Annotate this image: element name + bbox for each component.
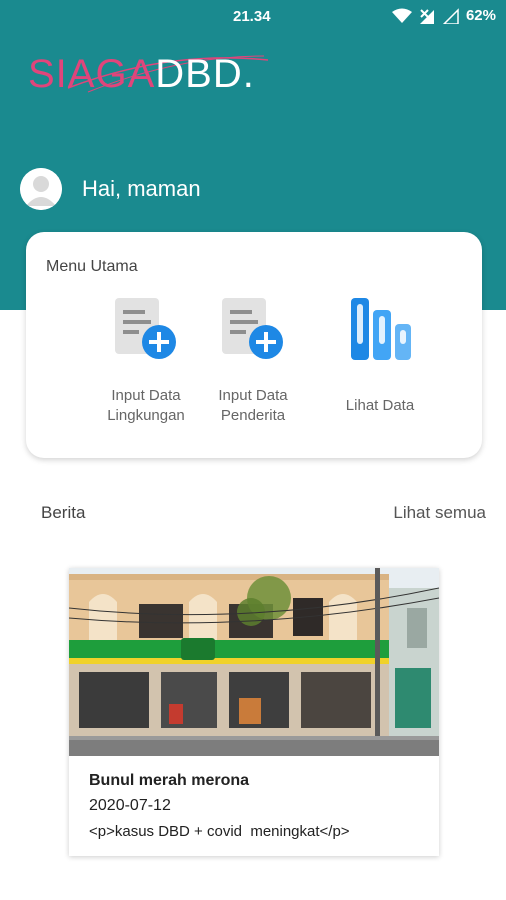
greeting-text: Hai, maman (82, 176, 201, 201)
news-section-title: Berita (41, 503, 86, 522)
add-document-icon (222, 298, 283, 359)
app-logo: SIAGADBD. (28, 44, 278, 104)
status-icons: 62% (391, 7, 496, 24)
news-photo (69, 568, 439, 756)
news-date: 2020-07-12 (89, 797, 171, 814)
news-card[interactable]: Bunul merah merona 2020-07-12 <p>kasus D… (69, 568, 439, 856)
news-title: Bunul merah merona (89, 772, 250, 789)
status-time: 21.34 (233, 8, 271, 25)
user-greeting: Hai, maman (20, 168, 201, 210)
avatar[interactable] (20, 168, 62, 210)
battery-level: 62% (465, 7, 496, 24)
menu-item-label-line1: Input Data (218, 387, 288, 404)
see-all-news-link[interactable]: Lihat semua (393, 503, 486, 523)
add-document-icon (115, 298, 176, 359)
logo-dbd-text: DBD. (155, 52, 255, 96)
signal-off-icon (418, 8, 436, 24)
status-bar: 21.34 62% (0, 0, 506, 34)
main-menu-card: Menu Utama Input Data Lingkungan Input D… (26, 232, 482, 458)
signal-icon (442, 7, 460, 24)
menu-item-label-line1: Lihat Data (345, 397, 415, 414)
wifi-icon (391, 8, 412, 24)
news-image (69, 568, 439, 756)
bar-chart-icon (351, 298, 411, 360)
menu-item-lihat-data[interactable]: Lihat Data (315, 296, 445, 416)
logo-siaga-text: SIAGA (28, 52, 156, 96)
menu-title: Menu Utama (46, 258, 138, 275)
user-avatar-icon (20, 168, 62, 210)
menu-item-input-penderita[interactable]: Input Data Penderita (188, 296, 318, 426)
news-body: <p>kasus DBD + covid meningkat</p> (89, 823, 350, 840)
menu-item-label-line2: Penderita (220, 407, 286, 424)
